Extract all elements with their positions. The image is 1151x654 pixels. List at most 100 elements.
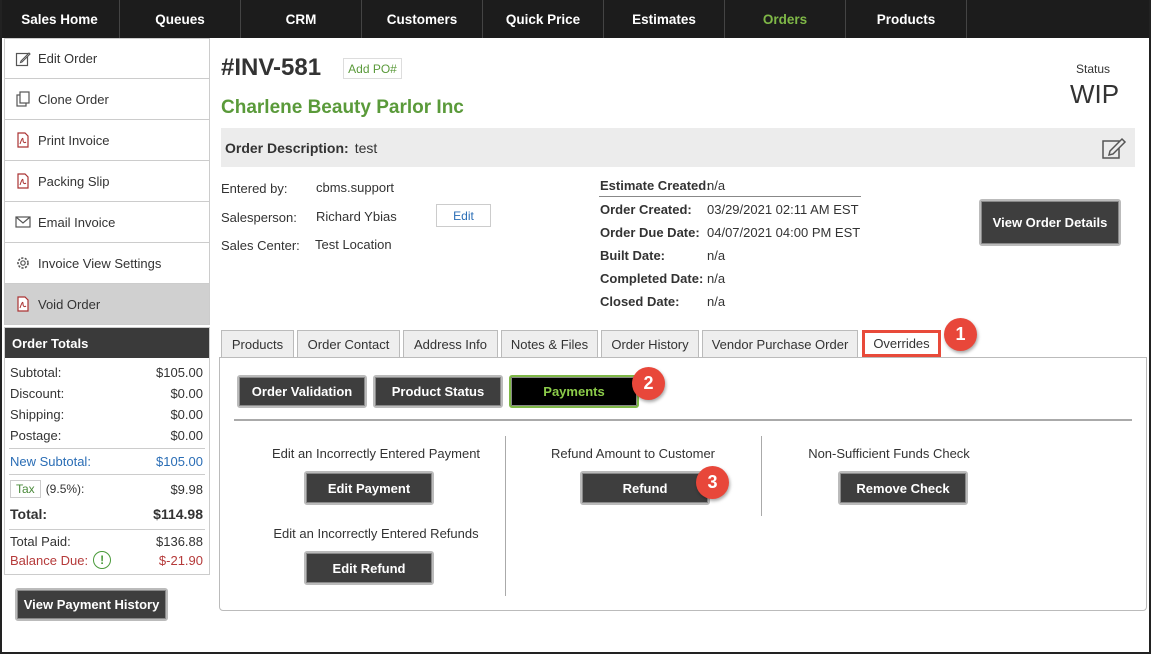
subtotal-value: $105.00: [156, 365, 203, 380]
total-value: $114.98: [153, 506, 203, 522]
salesperson-label: Salesperson:: [221, 210, 297, 225]
edit-refund-button[interactable]: Edit Refund: [304, 551, 434, 585]
divider: [9, 448, 205, 449]
view-order-details-button[interactable]: View Order Details: [979, 199, 1121, 246]
edit-icon[interactable]: [1101, 135, 1127, 161]
tab-overrides[interactable]: Overrides: [862, 330, 941, 357]
view-payment-history-button[interactable]: View Payment History: [15, 588, 168, 621]
nav-products[interactable]: Products: [846, 0, 967, 38]
postage-row: Postage: $0.00: [5, 425, 209, 446]
edit-payment-text: Edit an Incorrectly Entered Payment: [271, 446, 481, 461]
pencil-icon: [14, 50, 32, 68]
sidebar-item-packing-slip[interactable]: Packing Slip: [4, 161, 210, 202]
envelope-icon: [14, 213, 32, 231]
total-row: Total: $114.98: [5, 501, 209, 527]
sidebar-item-print-invoice[interactable]: Print Invoice: [4, 120, 210, 161]
tab-products[interactable]: Products: [221, 330, 294, 357]
sales-center-value: Test Location: [315, 237, 392, 252]
entered-by-label: Entered by:: [221, 181, 288, 196]
product-status-button[interactable]: Product Status: [373, 375, 503, 408]
tab-vendor-purchase-order[interactable]: Vendor Purchase Order: [702, 330, 858, 357]
postage-label: Postage:: [10, 428, 62, 443]
closed-date-value: n/a: [707, 294, 726, 309]
pdf-icon: [14, 172, 32, 190]
sidebar-item-label: Packing Slip: [38, 173, 110, 189]
completed-date-label: Completed Date:: [600, 271, 704, 286]
discount-label: Discount:: [10, 386, 65, 401]
sidebar-item-invoice-view-settings[interactable]: Invoice View Settings: [4, 243, 210, 284]
refund-button[interactable]: Refund: [580, 471, 710, 505]
divider: [234, 419, 1132, 421]
tab-order-contact[interactable]: Order Contact: [297, 330, 400, 357]
nsf-text: Non-Sufficient Funds Check: [808, 446, 970, 461]
total-paid-label: Total Paid:: [10, 534, 71, 549]
total-label: Total:: [10, 506, 48, 522]
copy-icon: [14, 90, 32, 108]
tax-button[interactable]: Tax: [10, 480, 41, 498]
salesperson-value: Richard Ybias: [316, 209, 397, 224]
built-date-label: Built Date:: [600, 248, 665, 263]
order-created-value: 03/29/2021 02:11 AM EST: [707, 202, 859, 217]
sidebar-item-edit-order[interactable]: Edit Order: [4, 38, 210, 79]
built-date-value: n/a: [707, 248, 726, 263]
new-subtotal-row: New Subtotal: $105.00: [5, 451, 209, 472]
estimate-created-value: n/a: [707, 178, 726, 193]
nav-estimates[interactable]: Estimates: [604, 0, 725, 38]
subtotal-label: Subtotal:: [10, 365, 62, 380]
nav-orders[interactable]: Orders: [725, 0, 846, 38]
refund-text: Refund Amount to Customer: [550, 446, 716, 461]
edit-salesperson-button[interactable]: Edit: [436, 204, 491, 227]
sidebar-item-clone-order[interactable]: Clone Order: [4, 79, 210, 120]
nav-queues[interactable]: Queues: [120, 0, 241, 38]
total-paid-value: $136.88: [156, 534, 203, 549]
order-description-bar: Order Description: test: [221, 128, 1135, 167]
company-name[interactable]: Charlene Beauty Parlor Inc: [221, 97, 464, 119]
step-badge-1: 1: [944, 318, 977, 351]
gear-icon: [14, 254, 32, 272]
tab-address-info[interactable]: Address Info: [403, 330, 498, 357]
order-description-value: test: [354, 139, 378, 156]
tax-rate: (9.5%):: [45, 482, 85, 496]
order-totals-title: Order Totals: [5, 328, 209, 358]
discount-value: $0.00: [170, 386, 203, 401]
postage-value: $0.00: [170, 428, 203, 443]
nav-sales-home[interactable]: Sales Home: [0, 0, 120, 38]
sidebar-item-label: Void Order: [38, 296, 101, 312]
tax-row: Tax (9.5%): $9.98: [5, 477, 209, 501]
order-validation-button[interactable]: Order Validation: [237, 375, 367, 408]
order-description-label: Order Description:: [225, 139, 349, 156]
sidebar-item-email-invoice[interactable]: Email Invoice: [4, 202, 210, 243]
order-number: #INV-581: [221, 54, 322, 81]
add-po-button[interactable]: Add PO#: [343, 58, 402, 79]
pdf-icon: [14, 295, 32, 313]
edit-payment-button[interactable]: Edit Payment: [304, 471, 434, 505]
nav-quick-price[interactable]: Quick Price: [483, 0, 604, 38]
discount-row: Discount: $0.00: [5, 383, 209, 404]
balance-due-row: Balance Due:! $-21.90: [5, 550, 209, 570]
sidebar-item-void-order[interactable]: Void Order: [4, 284, 210, 325]
sidebar-item-label: Clone Order: [38, 91, 109, 107]
closed-date-label: Closed Date:: [600, 294, 680, 309]
sidebar: Edit Order Clone Order Print Invoice Pac…: [4, 38, 210, 325]
estimate-created-label: Estimate Created:: [600, 178, 711, 193]
step-badge-2: 2: [632, 367, 665, 400]
sidebar-item-label: Invoice View Settings: [38, 255, 162, 271]
payments-button[interactable]: Payments: [509, 375, 639, 408]
divider: [599, 196, 861, 197]
order-due-value: 04/07/2021 04:00 PM EST: [707, 225, 861, 240]
divider: [9, 474, 205, 475]
nav-customers[interactable]: Customers: [362, 0, 483, 38]
remove-check-button[interactable]: Remove Check: [838, 471, 968, 505]
status-label: Status: [1076, 62, 1111, 76]
nav-crm[interactable]: CRM: [241, 0, 362, 38]
divider: [9, 529, 205, 530]
status-value: WIP: [1070, 79, 1120, 109]
tab-notes-files[interactable]: Notes & Files: [501, 330, 598, 357]
completed-date-value: n/a: [707, 271, 726, 286]
edit-refund-text: Edit an Incorrectly Entered Refunds: [273, 526, 479, 541]
pdf-icon: [14, 131, 32, 149]
balance-due-label: Balance Due:: [10, 552, 89, 568]
top-nav: Sales Home Queues CRM Customers Quick Pr…: [0, 0, 1151, 38]
tax-value: $9.98: [170, 481, 203, 497]
tab-order-history[interactable]: Order History: [601, 330, 699, 357]
